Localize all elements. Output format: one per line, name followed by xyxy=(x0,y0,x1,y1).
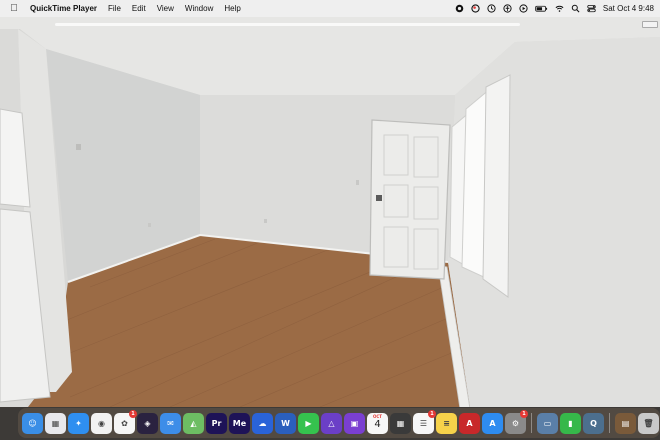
menu-bar:  QuickTime Player File Edit View Window… xyxy=(0,0,660,17)
preview-glyph: ▭ xyxy=(543,418,552,428)
launchpad-icon[interactable]: ▦ xyxy=(45,412,66,434)
premiere-icon[interactable]: Pr xyxy=(206,412,227,434)
menu-help[interactable]: Help xyxy=(224,4,240,13)
apple-menu-icon[interactable]:  xyxy=(9,3,19,14)
trash-icon[interactable]: 🗑 xyxy=(638,412,659,434)
media-encoder-glyph: Me xyxy=(232,418,247,428)
video-frame xyxy=(0,17,660,440)
dock-separator xyxy=(609,413,610,433)
quicktime-icon[interactable]: Q xyxy=(583,412,604,434)
reminders-glyph: ☰ xyxy=(419,418,428,428)
topaz-glyph: ◈ xyxy=(144,418,151,428)
facetime-icon[interactable]: ▶ xyxy=(298,412,319,434)
chrome-glyph: ◉ xyxy=(98,418,105,428)
word-icon[interactable]: W xyxy=(275,412,296,434)
media-encoder-icon[interactable]: Me xyxy=(229,412,250,434)
calculator-glyph: ▦ xyxy=(396,418,405,428)
window-resize-control[interactable] xyxy=(642,21,658,28)
calculator-icon[interactable]: ▦ xyxy=(390,412,411,434)
reminders-icon[interactable]: ☰ 1 xyxy=(413,409,436,434)
premiere-glyph: Pr xyxy=(211,418,222,428)
wifi-icon[interactable] xyxy=(555,4,564,13)
preview-icon[interactable]: ▭ xyxy=(537,412,558,434)
photos-glyph: ✿ xyxy=(121,418,128,428)
facetime-glyph: ▶ xyxy=(305,418,312,428)
menu-view[interactable]: View xyxy=(157,4,174,13)
maps-icon[interactable]: ◭ xyxy=(183,412,204,434)
safari-glyph: ✦ xyxy=(75,418,82,428)
numbers-icon[interactable]: ▮ xyxy=(560,412,581,434)
screen-recorder-glyph: ▣ xyxy=(350,418,359,428)
downloads-stack-glyph: ▤ xyxy=(621,418,630,428)
menu-bar-tray: Sat Oct 4 9:48 xyxy=(455,0,660,17)
safari-icon[interactable]: ✦ xyxy=(68,412,89,434)
numbers-glyph: ▮ xyxy=(568,418,573,428)
calendar-icon[interactable]: OCT 4 xyxy=(367,412,388,434)
acrobat-icon[interactable]: A xyxy=(459,412,480,434)
menu-bar-left:  QuickTime Player File Edit View Window… xyxy=(0,0,241,17)
mail-icon[interactable]: ✉ xyxy=(160,412,181,434)
menu-window[interactable]: Window xyxy=(185,4,213,13)
affinity-icon[interactable]: △ xyxy=(321,412,342,434)
app-store-icon[interactable]: A xyxy=(482,412,503,434)
calendar-day-label: 4 xyxy=(374,418,381,430)
search-icon[interactable] xyxy=(571,4,580,13)
topaz-icon[interactable]: ◈ xyxy=(137,412,158,434)
photos-icon[interactable]: ✿ 1 xyxy=(114,409,137,434)
control-center-icon[interactable] xyxy=(587,4,596,13)
dock: ☺ ▦ ✦ ◉ ✿ 1 ◈ ✉ ◭ Pr Me ☁ W ▶ △ ▣ OCT 4 ▦ ☰ 1 ≡ A A ⚙ 1 ▭ ▮ Q ▤ 🗑 xyxy=(18,408,660,438)
trash-glyph: 🗑 xyxy=(643,418,654,428)
notes-glyph: ≡ xyxy=(443,418,450,428)
video-title-strip xyxy=(55,23,520,26)
maps-glyph: ◭ xyxy=(190,418,197,428)
notification-badge: 1 xyxy=(428,409,436,418)
quicktime-glyph: Q xyxy=(590,418,597,428)
battery-icon[interactable] xyxy=(535,4,548,13)
downloads-stack-icon[interactable]: ▤ xyxy=(615,412,636,434)
screen-recorder-icon[interactable]: ▣ xyxy=(344,412,365,434)
creative-cloud-glyph: ☁ xyxy=(258,418,267,428)
app-store-glyph: A xyxy=(489,418,496,428)
accessibility-icon[interactable] xyxy=(503,4,512,13)
maps-icon[interactable] xyxy=(471,4,480,13)
notes-icon[interactable]: ≡ xyxy=(436,412,457,434)
mail-glyph: ✉ xyxy=(167,418,174,428)
word-glyph: W xyxy=(281,418,290,428)
app-menu[interactable]: QuickTime Player xyxy=(30,4,97,13)
creative-cloud-icon[interactable]: ☁ xyxy=(252,412,273,434)
launchpad-glyph: ▦ xyxy=(51,418,60,428)
menu-file[interactable]: File xyxy=(108,4,121,13)
finder-icon[interactable]: ☺ xyxy=(22,412,43,434)
acrobat-glyph: A xyxy=(466,418,473,428)
system-settings-glyph: ⚙ xyxy=(511,418,520,428)
notification-badge: 1 xyxy=(520,409,528,418)
finder-glyph: ☺ xyxy=(28,418,37,428)
chrome-icon[interactable]: ◉ xyxy=(91,412,112,434)
video-player-window[interactable] xyxy=(0,17,660,440)
creative-cloud-icon[interactable] xyxy=(455,4,464,13)
notification-badge: 1 xyxy=(129,409,137,418)
system-settings-icon[interactable]: ⚙ 1 xyxy=(505,409,528,434)
dock-separator xyxy=(531,413,532,433)
menu-bar-clock[interactable]: Sat Oct 4 9:48 xyxy=(603,4,654,13)
play-icon[interactable] xyxy=(519,4,528,13)
time-machine-icon[interactable] xyxy=(487,4,496,13)
menu-edit[interactable]: Edit xyxy=(132,4,146,13)
affinity-glyph: △ xyxy=(328,418,335,428)
